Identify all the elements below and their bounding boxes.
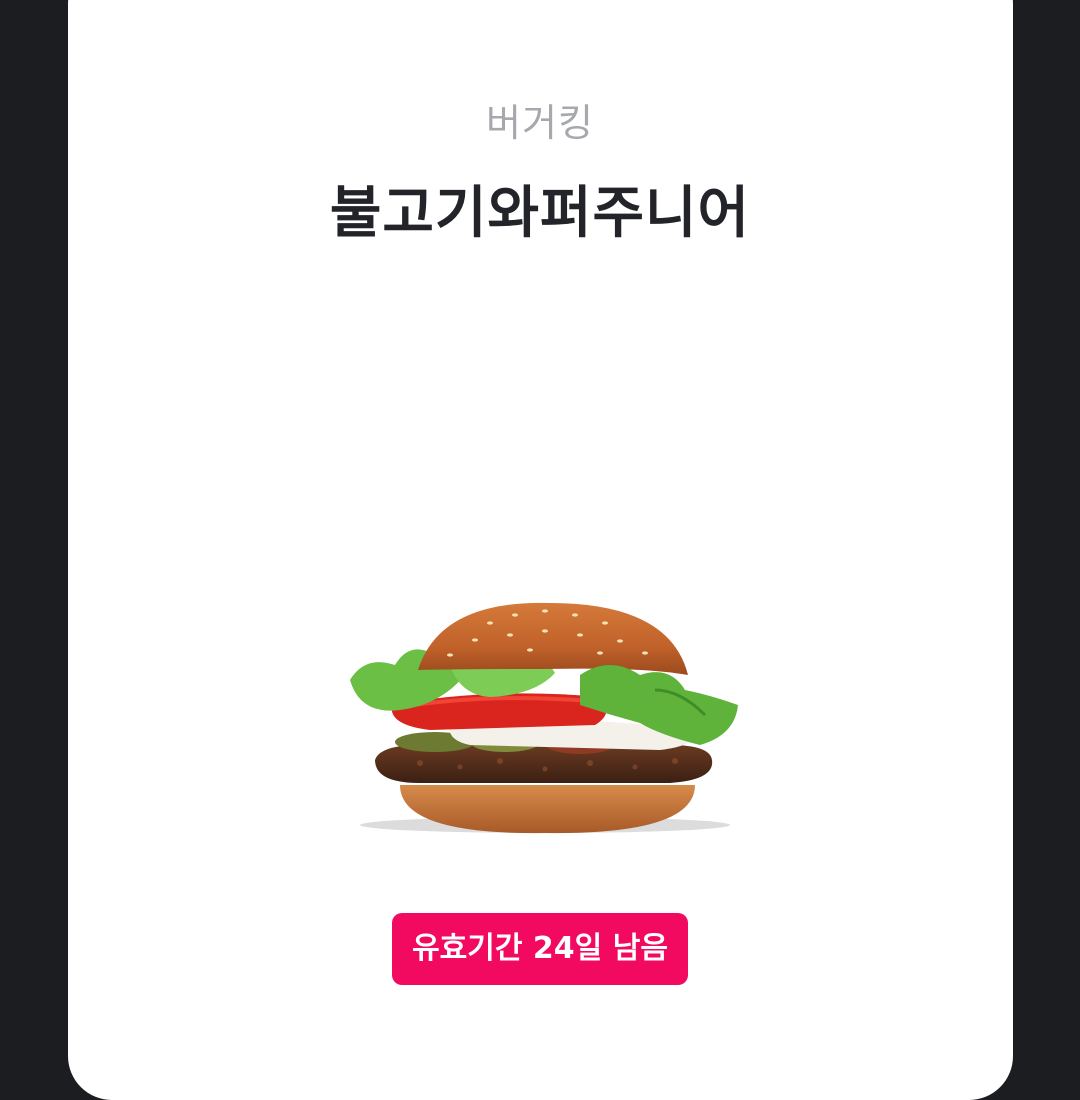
brand-name: 버거킹 <box>486 101 594 145</box>
expiry-badge: 유효기간 24일 남음 <box>392 913 688 985</box>
burger-image <box>350 602 738 834</box>
product-title: 불고기와퍼주니어 <box>329 181 751 246</box>
